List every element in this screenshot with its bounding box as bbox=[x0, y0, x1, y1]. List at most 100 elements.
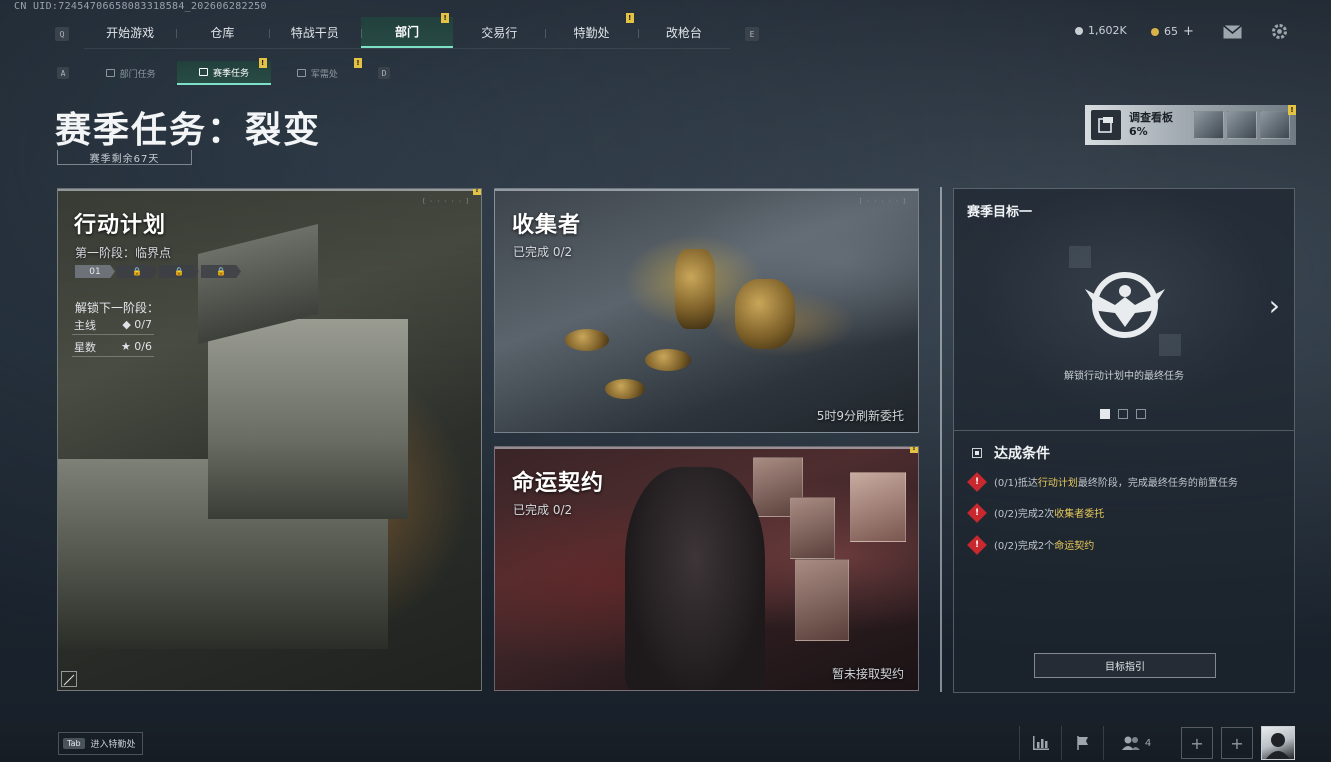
squad-icon bbox=[1121, 736, 1140, 750]
enter-special-ops-button[interactable]: Tab 进入特勤处 bbox=[58, 732, 143, 755]
tab-gunsmith[interactable]: 改枪台 bbox=[637, 17, 730, 48]
tab-operators[interactable]: 特战干员 bbox=[268, 17, 361, 48]
tab-label: 开始游戏 bbox=[106, 26, 155, 40]
tab-label: 特战干员 bbox=[290, 26, 339, 40]
stage-progress: 01 🔒 🔒 🔒 bbox=[75, 265, 243, 278]
tab-label: 改枪台 bbox=[665, 26, 702, 40]
tab-department[interactable]: 部门 ! bbox=[360, 13, 454, 48]
season-icon bbox=[198, 68, 208, 76]
tab-label: 仓库 bbox=[210, 26, 235, 40]
gold-currency[interactable]: 65 + bbox=[1151, 24, 1194, 39]
tab-special-ops[interactable]: 特勤处 ! bbox=[545, 13, 637, 48]
flag-icon[interactable] bbox=[1061, 726, 1103, 760]
subtab-label: 部门任务 bbox=[119, 69, 156, 80]
card-progress: 已完成 0/2 bbox=[513, 503, 573, 517]
avatar[interactable] bbox=[1261, 726, 1295, 760]
season-goal-panel: 赛季目标一 › 解锁行动计划中的最终任务 达成条件 ! (0/1)抵达行动计划最… bbox=[953, 188, 1295, 693]
stage-current: 01 bbox=[75, 265, 115, 278]
nav-right-key[interactable]: E bbox=[745, 27, 759, 41]
task-icon bbox=[105, 69, 115, 77]
notification-badge: ! bbox=[258, 58, 267, 68]
gold-amount: 65 bbox=[1164, 25, 1178, 38]
goal-showcase: 赛季目标一 › 解锁行动计划中的最终任务 bbox=[954, 189, 1294, 431]
notification-badge: ! bbox=[625, 13, 634, 23]
panel-divider bbox=[940, 187, 942, 692]
req-label: 星数 bbox=[74, 340, 96, 354]
condition-item: ! (0/2)完成2次收集者委托 bbox=[967, 502, 1105, 523]
condition-prefix: (0/1)抵达 bbox=[994, 478, 1038, 489]
lock-icon: 🔒 bbox=[117, 265, 157, 278]
tab-label: 部门 bbox=[394, 25, 419, 39]
collector-card[interactable]: [ · · · · · ] 收集者 已完成 0/2 5时9分刷新委托 bbox=[494, 188, 919, 433]
req-value: ★ 0/6 bbox=[120, 340, 152, 353]
fate-contract-card[interactable]: 命运契约 已完成 0/2 暂未接取契约 ! bbox=[494, 446, 919, 691]
tab-start-game[interactable]: 开始游戏 bbox=[84, 17, 176, 48]
silver-coin-icon bbox=[1075, 26, 1083, 35]
condition-item: ! (0/1)抵达行动计划最终阶段，完成最终任务的前置任务 bbox=[967, 471, 1238, 492]
squad-button[interactable]: 4 bbox=[1103, 726, 1168, 760]
subtab-season-tasks[interactable]: 赛季任务 ! bbox=[177, 58, 271, 85]
condition-item: ! (0/2)完成2个命运契约 bbox=[967, 534, 1095, 555]
unlock-next-label: 解锁下一阶段： bbox=[75, 301, 160, 315]
gold-coin-icon bbox=[1151, 27, 1159, 36]
subtab-label: 军需处 bbox=[310, 69, 338, 80]
statue-illustration bbox=[675, 249, 715, 329]
warning-icon: ! bbox=[967, 471, 987, 492]
notification-badge: ! bbox=[473, 189, 481, 195]
supply-icon bbox=[296, 69, 306, 77]
pager-dot[interactable] bbox=[1118, 409, 1128, 419]
page-title: 赛季任务：裂变 bbox=[55, 110, 322, 151]
board-thumbnails bbox=[1194, 111, 1290, 139]
season-remaining: 赛季剩余67天 bbox=[57, 150, 192, 165]
action-plan-card[interactable]: [ · · · · · ] 行动计划 第一阶段：临界点 01 🔒 🔒 🔒 解锁下… bbox=[57, 188, 482, 691]
subnav-right-key[interactable]: D bbox=[378, 67, 390, 79]
board-icon bbox=[1091, 110, 1121, 140]
trophy-illustration bbox=[735, 279, 795, 349]
subtab-department-tasks[interactable]: 部门任务 bbox=[84, 61, 177, 85]
nav-left-key[interactable]: Q bbox=[55, 27, 69, 41]
card-progress: 已完成 0/2 bbox=[513, 245, 573, 259]
pager-dot[interactable] bbox=[1100, 409, 1110, 419]
gear-icon[interactable] bbox=[1271, 23, 1288, 40]
goal-guide-button[interactable]: 目标指引 bbox=[1034, 653, 1216, 678]
goal-title: 赛季目标一 bbox=[967, 205, 1033, 220]
silver-currency[interactable]: 1,602K bbox=[1075, 24, 1127, 37]
conditions-header: 达成条件 bbox=[972, 443, 1050, 463]
condition-highlight: 收集者委托 bbox=[1054, 509, 1105, 520]
notification-badge: ! bbox=[441, 13, 450, 23]
expand-corner-icon bbox=[61, 671, 77, 687]
lock-icon: 🔒 bbox=[159, 265, 199, 278]
poster-illustration bbox=[795, 559, 849, 641]
req-value: ◆ 0/7 bbox=[122, 318, 152, 331]
stage-name: 第一阶段：临界点 bbox=[75, 246, 172, 260]
mail-icon[interactable] bbox=[1223, 24, 1242, 39]
stars-requirement: 星数 ★ 0/6 bbox=[72, 337, 154, 357]
condition-prefix: (0/2)完成2次 bbox=[994, 509, 1055, 520]
condition-suffix: 最终阶段，完成最终任务的前置任务 bbox=[1077, 478, 1238, 489]
add-currency-button[interactable]: + bbox=[1183, 24, 1194, 39]
stats-icon[interactable] bbox=[1019, 726, 1061, 760]
investigation-board-button[interactable]: 调查看板 6% ! bbox=[1085, 105, 1296, 145]
next-goal-arrow-icon[interactable]: › bbox=[1269, 289, 1280, 322]
tab-warehouse[interactable]: 仓库 bbox=[176, 17, 268, 48]
subtab-quartermaster[interactable]: 军需处 ! bbox=[271, 58, 364, 85]
tab-label: 特勤处 bbox=[573, 26, 610, 40]
eagle-emblem-icon bbox=[1079, 267, 1171, 339]
decor-square bbox=[1069, 246, 1091, 268]
tab-key-hint: Tab bbox=[63, 738, 85, 749]
tab-key-label: 进入特勤处 bbox=[90, 740, 136, 750]
warning-icon: ! bbox=[967, 502, 987, 523]
poster-illustration bbox=[790, 497, 835, 559]
pager-dot[interactable] bbox=[1136, 409, 1146, 419]
subnav-left-key[interactable]: A bbox=[57, 67, 69, 79]
tab-trading[interactable]: 交易行 bbox=[453, 17, 545, 48]
building-illustration bbox=[208, 319, 408, 519]
condition-highlight: 命运契约 bbox=[1054, 541, 1095, 552]
card-title: 收集者 bbox=[512, 213, 582, 238]
add-teammate-slot[interactable]: + bbox=[1181, 727, 1213, 759]
add-teammate-slot[interactable]: + bbox=[1221, 727, 1253, 759]
board-label: 调查看板 bbox=[1129, 111, 1173, 124]
coin-illustration bbox=[645, 349, 691, 371]
card-title: 行动计划 bbox=[74, 213, 167, 238]
lock-icon: 🔒 bbox=[201, 265, 241, 278]
